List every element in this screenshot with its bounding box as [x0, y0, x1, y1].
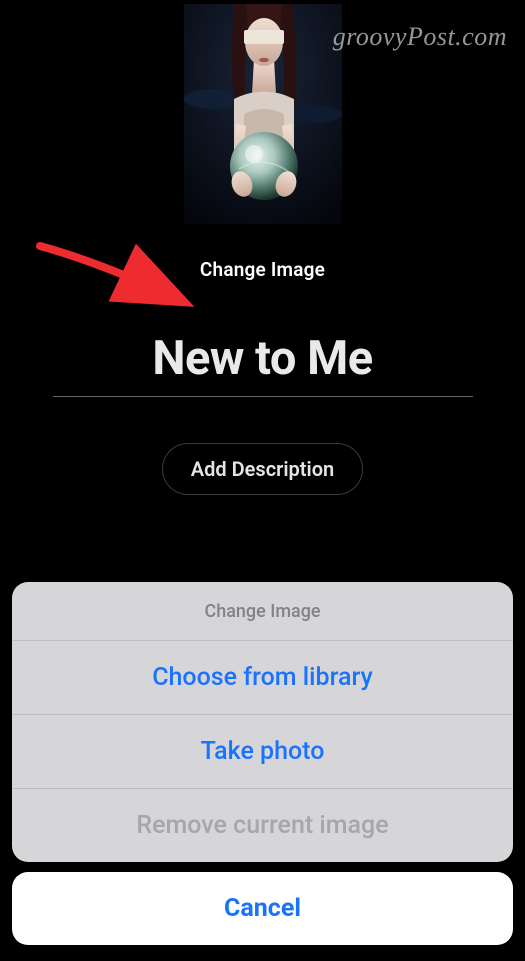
- remove-current-image-option[interactable]: Remove current image: [12, 789, 513, 862]
- action-sheet-group: Change Image Choose from library Take ph…: [12, 582, 513, 862]
- choose-from-library-option[interactable]: Choose from library: [12, 641, 513, 715]
- action-sheet: Change Image Choose from library Take ph…: [0, 582, 525, 961]
- cancel-group: Cancel: [12, 872, 513, 945]
- action-sheet-title: Change Image: [12, 582, 513, 641]
- phone-screen: Change Image New to Me Add Description g…: [0, 0, 525, 961]
- playlist-cover-image[interactable]: [184, 4, 342, 224]
- edit-playlist-content: Change Image New to Me Add Description: [0, 0, 525, 495]
- playlist-title-input[interactable]: New to Me: [53, 331, 473, 386]
- title-underline: [53, 396, 473, 397]
- cancel-button[interactable]: Cancel: [12, 872, 513, 945]
- take-photo-option[interactable]: Take photo: [12, 715, 513, 789]
- change-image-link[interactable]: Change Image: [200, 258, 325, 281]
- add-description-button[interactable]: Add Description: [162, 443, 363, 495]
- cover-art-svg: [184, 4, 342, 224]
